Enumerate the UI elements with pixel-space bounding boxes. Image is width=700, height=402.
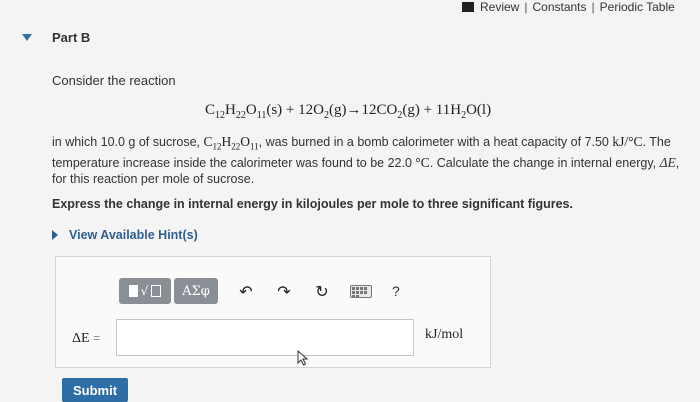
templates-button[interactable]: √ — [119, 278, 171, 304]
instruction-text: Express the change in internal energy in… — [52, 197, 573, 211]
page: Review | Constants | Periodic Table Part… — [0, 0, 700, 402]
separator: | — [591, 0, 595, 14]
reaction-arrow: → — [346, 102, 362, 118]
reactant-sucrose: C12H22O11(s) — [205, 102, 283, 121]
reset-icon[interactable]: ↻ — [312, 280, 332, 302]
part-b-label: Part B — [52, 30, 91, 45]
part-b-toggle[interactable]: Part B — [22, 30, 90, 45]
mouse-pointer-icon — [297, 350, 309, 366]
delta-e-label: ΔE — [72, 331, 90, 346]
reactant-oxygen: 12O2(g) — [298, 102, 347, 121]
delta-e-symbol: ΔE — [659, 154, 676, 170]
product-co2: 12CO2(g) — [361, 102, 420, 121]
view-hints-toggle[interactable]: View Available Hint(s) — [52, 228, 198, 242]
reaction-equation: C12H22O11(s) + 12O2(g)→12CO2(g) + 11H2O(… — [205, 102, 491, 121]
product-water: 11H2O(l) — [435, 102, 492, 121]
heat-capacity-unit: kJ/°C — [612, 134, 643, 149]
keyboard-icon[interactable] — [350, 284, 372, 298]
para-text: in which 10.0 g of sucrose, — [52, 135, 204, 149]
answer-variable-label: ΔE = — [72, 331, 100, 347]
degree-unit: °C — [415, 154, 430, 170]
template-square-icon — [128, 285, 138, 297]
greek-symbols-button[interactable]: ΑΣφ — [174, 278, 218, 304]
undo-icon[interactable]: ↶ — [236, 280, 256, 302]
intro-text: Consider the reaction — [52, 73, 176, 88]
template-box-icon — [151, 285, 162, 297]
review-icon — [462, 2, 474, 12]
constants-link[interactable]: Constants — [532, 0, 586, 14]
answer-unit: kJ/mol — [425, 327, 464, 342]
collapse-triangle-icon — [22, 34, 32, 41]
redo-icon[interactable]: ↷ — [274, 280, 294, 302]
periodic-table-link[interactable]: Periodic Table — [600, 0, 675, 14]
math-toolbar: √ ΑΣφ ↶ ↷ ↻ ? — [119, 278, 400, 304]
separator: | — [524, 0, 528, 14]
answer-input[interactable] — [116, 319, 414, 356]
radical-icon: √ — [140, 284, 149, 298]
problem-paragraph: in which 10.0 g of sucrose, C12H22O11, w… — [52, 134, 682, 187]
plus-sign: + — [285, 102, 295, 118]
sucrose-formula: C12H22O11 — [203, 134, 259, 152]
expand-triangle-icon — [52, 230, 58, 240]
help-icon[interactable]: ? — [392, 283, 400, 299]
hint-label: View Available Hint(s) — [69, 228, 198, 242]
top-links: Review | Constants | Periodic Table — [462, 0, 700, 14]
equals-sign: = — [93, 331, 101, 345]
para-text: . Calculate the change in internal energ… — [429, 155, 660, 170]
para-text: , was burned in a bomb calorimeter with … — [258, 135, 613, 149]
plus-sign: + — [423, 102, 433, 118]
submit-button[interactable]: Submit — [62, 378, 128, 402]
review-link[interactable]: Review — [480, 0, 519, 14]
